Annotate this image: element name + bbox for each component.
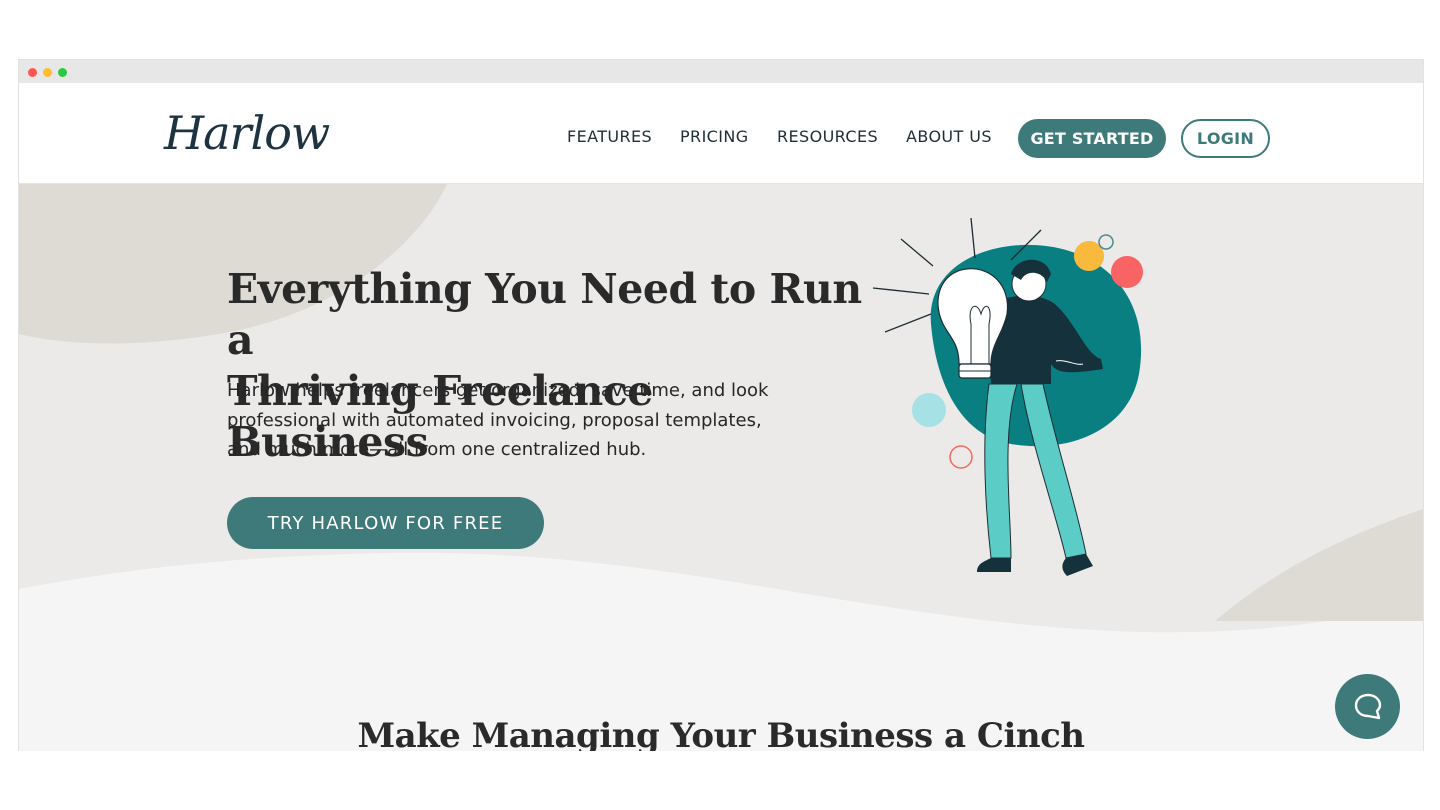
browser-window: Harlow FEATURES PRICING RESOURCES ABOUT …: [18, 59, 1424, 751]
close-window-icon[interactable]: [28, 68, 37, 77]
hero-description: Harlow helps freelancers get organized, …: [227, 376, 807, 465]
minimize-window-icon[interactable]: [43, 68, 52, 77]
hero-description-line-2: professional with automated invoicing, p…: [227, 409, 762, 431]
section-heading: Make Managing Your Business a Cinch: [357, 716, 1085, 751]
hero-description-line-3: and much more—all from one centralized h…: [227, 439, 647, 460]
chat-icon: [1354, 693, 1381, 719]
login-button[interactable]: LOGIN: [1181, 119, 1270, 158]
get-started-button[interactable]: GET STARTED: [1018, 119, 1166, 158]
nav-resources-link[interactable]: RESOURCES: [777, 127, 878, 147]
maximize-window-icon[interactable]: [58, 68, 67, 77]
nav-pricing-link[interactable]: PRICING: [680, 127, 749, 147]
try-harlow-free-button[interactable]: TRY HARLOW FOR FREE: [227, 497, 544, 549]
hero-title-line-1: Everything You Need to Run a: [227, 265, 862, 364]
hero-section: Everything You Need to Run a Thriving Fr…: [19, 184, 1423, 751]
nav-about-us-link[interactable]: ABOUT US: [906, 127, 992, 147]
lightbulb-person-illustration: [872, 217, 1143, 576]
harlow-logo[interactable]: Harlow: [164, 105, 330, 161]
nav-features-link[interactable]: FEATURES: [567, 127, 652, 147]
chat-bubble-icon[interactable]: [1335, 674, 1400, 739]
site-header: Harlow FEATURES PRICING RESOURCES ABOUT …: [19, 83, 1423, 184]
browser-title-bar: [19, 60, 1423, 83]
hero-description-line-1: Harlow helps freelancers get organized, …: [227, 380, 769, 401]
